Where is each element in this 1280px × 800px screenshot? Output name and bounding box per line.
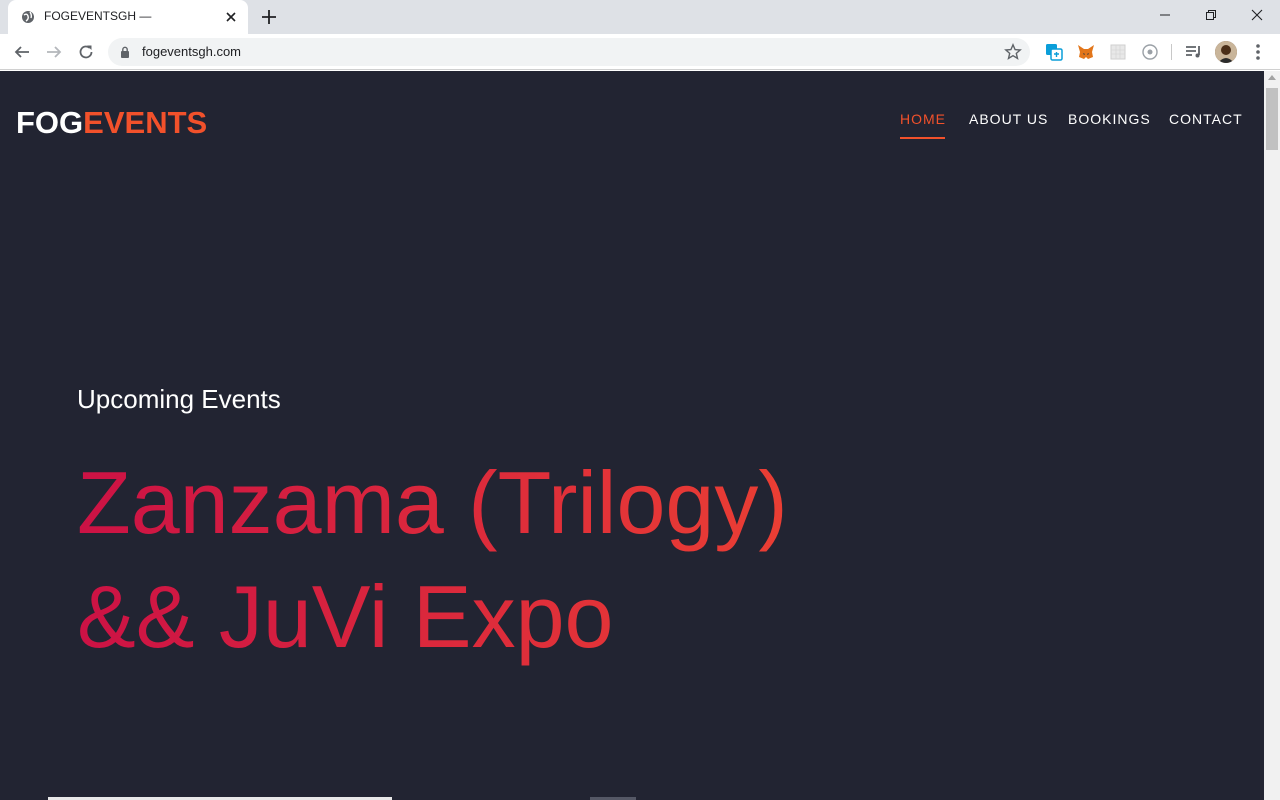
logo-fog: FOG xyxy=(16,105,84,140)
profile-avatar[interactable] xyxy=(1215,41,1237,63)
hero-title-line-2: && JuVi Expo xyxy=(77,567,614,666)
nav-contact[interactable]: CONTACT xyxy=(1169,111,1243,127)
close-icon[interactable] xyxy=(223,9,239,25)
nav-home[interactable]: HOME xyxy=(900,111,946,127)
scrollbar-thumb[interactable] xyxy=(1266,88,1278,150)
restore-icon xyxy=(1206,10,1216,20)
globe-icon xyxy=(22,11,34,23)
url-text[interactable]: fogeventsgh.com xyxy=(142,44,241,59)
restore-button[interactable] xyxy=(1188,0,1234,30)
close-window-icon xyxy=(1251,9,1263,21)
back-arrow-icon xyxy=(14,46,29,58)
scroll-up-arrow-icon[interactable] xyxy=(1268,75,1276,80)
browser-tab[interactable]: FOGEVENTSGH — xyxy=(8,0,248,34)
nav-about-us[interactable]: ABOUT US xyxy=(969,111,1048,127)
tab-strip: FOGEVENTSGH — xyxy=(0,0,1280,34)
media-queue-icon[interactable] xyxy=(1184,42,1204,62)
minimize-button[interactable] xyxy=(1142,0,1188,30)
close-window-button[interactable] xyxy=(1234,0,1280,30)
reload-icon xyxy=(79,45,93,59)
forward-button[interactable] xyxy=(44,42,64,62)
logo-events: EVENTS xyxy=(83,105,208,140)
plus-icon[interactable] xyxy=(260,8,278,26)
address-bar[interactable]: fogeventsgh.com xyxy=(108,38,1030,66)
hero-title: Zanzama (Trilogy) && JuVi Expo xyxy=(77,446,977,674)
forward-arrow-icon xyxy=(47,46,62,58)
kebab-menu-icon[interactable] xyxy=(1250,42,1266,62)
site-logo[interactable]: FOGEVENTS xyxy=(16,105,207,141)
grid-extension-icon[interactable] xyxy=(1108,42,1128,62)
back-button[interactable] xyxy=(12,42,32,62)
reload-button[interactable] xyxy=(76,42,96,62)
page-scrollbar[interactable] xyxy=(1264,71,1280,800)
browser-toolbar: fogeventsgh.com xyxy=(0,34,1280,70)
star-icon[interactable] xyxy=(1004,43,1022,61)
hero-title-line-1: Zanzama (Trilogy) xyxy=(77,453,788,552)
hero-subtitle: Upcoming Events xyxy=(77,384,281,414)
page-viewport: FOGEVENTS HOME ABOUT US BOOKINGS CONTACT… xyxy=(0,71,1264,800)
lock-icon[interactable] xyxy=(120,46,130,58)
minimize-icon xyxy=(1160,14,1170,16)
active-nav-underline xyxy=(900,137,945,139)
toolbar-separator xyxy=(1171,44,1172,60)
tab-title: FOGEVENTSGH — xyxy=(44,9,152,23)
metamask-fox-icon[interactable] xyxy=(1076,42,1096,62)
nav-bookings[interactable]: BOOKINGS xyxy=(1068,111,1151,127)
avatar-photo-icon xyxy=(1215,41,1237,63)
eye-extension-icon[interactable] xyxy=(1140,42,1160,62)
translate-extension-icon[interactable] xyxy=(1044,42,1064,62)
